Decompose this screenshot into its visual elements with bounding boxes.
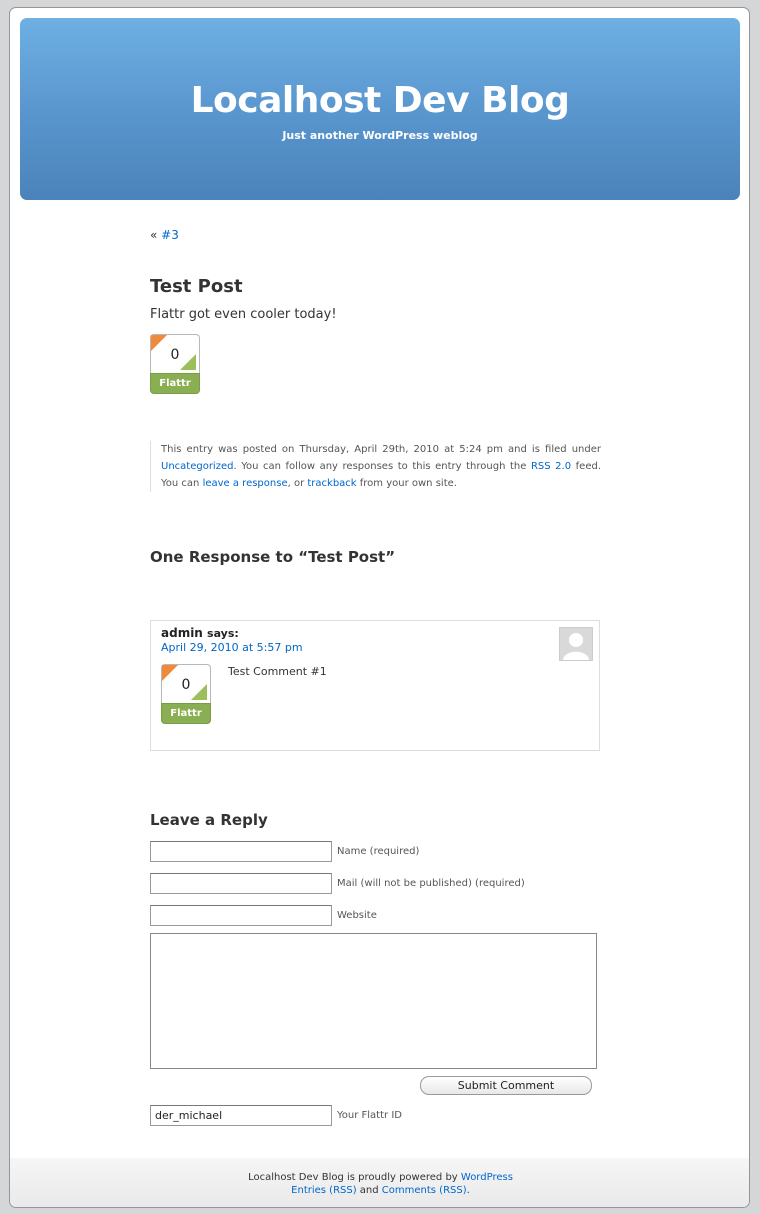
flattr-logo-icon: [151, 335, 167, 351]
flattr-id-label: Your Flattr ID: [337, 1110, 402, 1121]
footer-text: Localhost Dev Blog is proudly powered by: [248, 1172, 461, 1183]
post-meta: This entry was posted on Thursday, April…: [150, 441, 601, 492]
avatar: [559, 627, 593, 661]
meta-text: This entry was posted on Thursday, April…: [161, 444, 601, 455]
post-content: Flattr got even cooler today!: [150, 307, 337, 322]
trackback-link[interactable]: trackback: [307, 478, 356, 489]
footer-text: .: [466, 1185, 470, 1196]
flattr-label: Flattr: [150, 373, 200, 394]
flattr-logo-icon: [162, 665, 178, 681]
prev-post-link[interactable]: #3: [161, 228, 179, 242]
email-field[interactable]: [150, 873, 332, 894]
prev-marker: «: [150, 228, 158, 242]
footer-line-powered: Localhost Dev Blog is proudly powered by…: [10, 1171, 749, 1184]
flattr-logo-icon: [180, 354, 196, 370]
name-field[interactable]: [150, 841, 332, 862]
submit-comment-button[interactable]: Submit Comment: [420, 1076, 592, 1095]
blog-title[interactable]: Localhost Dev Blog: [20, 80, 740, 121]
responses-title: One Response to “Test Post”: [150, 548, 396, 566]
entries-rss-link[interactable]: Entries (RSS): [291, 1185, 356, 1196]
meta-text: from your own site.: [356, 478, 457, 489]
comment-author: admin says:: [161, 626, 239, 640]
website-label: Website: [337, 910, 377, 921]
comment-author-name: admin: [161, 626, 203, 640]
wordpress-link[interactable]: WordPress: [461, 1172, 513, 1183]
comments-rss-link[interactable]: Comments (RSS): [382, 1185, 467, 1196]
leave-response-link[interactable]: leave a response: [203, 478, 288, 489]
default-avatar-icon: [560, 628, 592, 660]
flattr-id-field[interactable]: der_michael: [150, 1105, 332, 1126]
flattr-button[interactable]: 0 Flattr: [150, 334, 200, 394]
flattr-logo-icon: [191, 684, 207, 700]
comment-item: admin says: April 29, 2010 at 5:57 pm 0 …: [150, 620, 600, 751]
blog-header: Localhost Dev Blog Just another WordPres…: [20, 18, 740, 200]
meta-text: . You can follow any responses to this e…: [233, 461, 531, 472]
comment-textarea[interactable]: [150, 933, 597, 1069]
footer-line-feeds: Entries (RSS) and Comments (RSS).: [10, 1184, 749, 1197]
category-link[interactable]: Uncategorized: [161, 461, 233, 472]
comment-says: says:: [207, 627, 239, 640]
name-label: Name (required): [337, 846, 420, 857]
meta-text: , or: [287, 478, 308, 489]
post-title: Test Post: [150, 276, 243, 297]
page-container: Localhost Dev Blog Just another WordPres…: [9, 7, 750, 1208]
comment-date-link[interactable]: April 29, 2010 at 5:57 pm: [161, 641, 303, 654]
rss-link[interactable]: RSS 2.0: [531, 461, 571, 472]
reply-title: Leave a Reply: [150, 811, 268, 829]
comment-flattr-button[interactable]: 0 Flattr: [161, 664, 211, 724]
footer-text: and: [356, 1185, 382, 1196]
footer: Localhost Dev Blog is proudly powered by…: [10, 1158, 749, 1207]
flattr-label: Flattr: [161, 703, 211, 724]
website-field[interactable]: [150, 905, 332, 926]
email-label: Mail (will not be published) (required): [337, 878, 525, 889]
comment-text: Test Comment #1: [228, 665, 327, 678]
post-navigation: « #3: [150, 228, 600, 242]
blog-description: Just another WordPress weblog: [282, 129, 478, 142]
